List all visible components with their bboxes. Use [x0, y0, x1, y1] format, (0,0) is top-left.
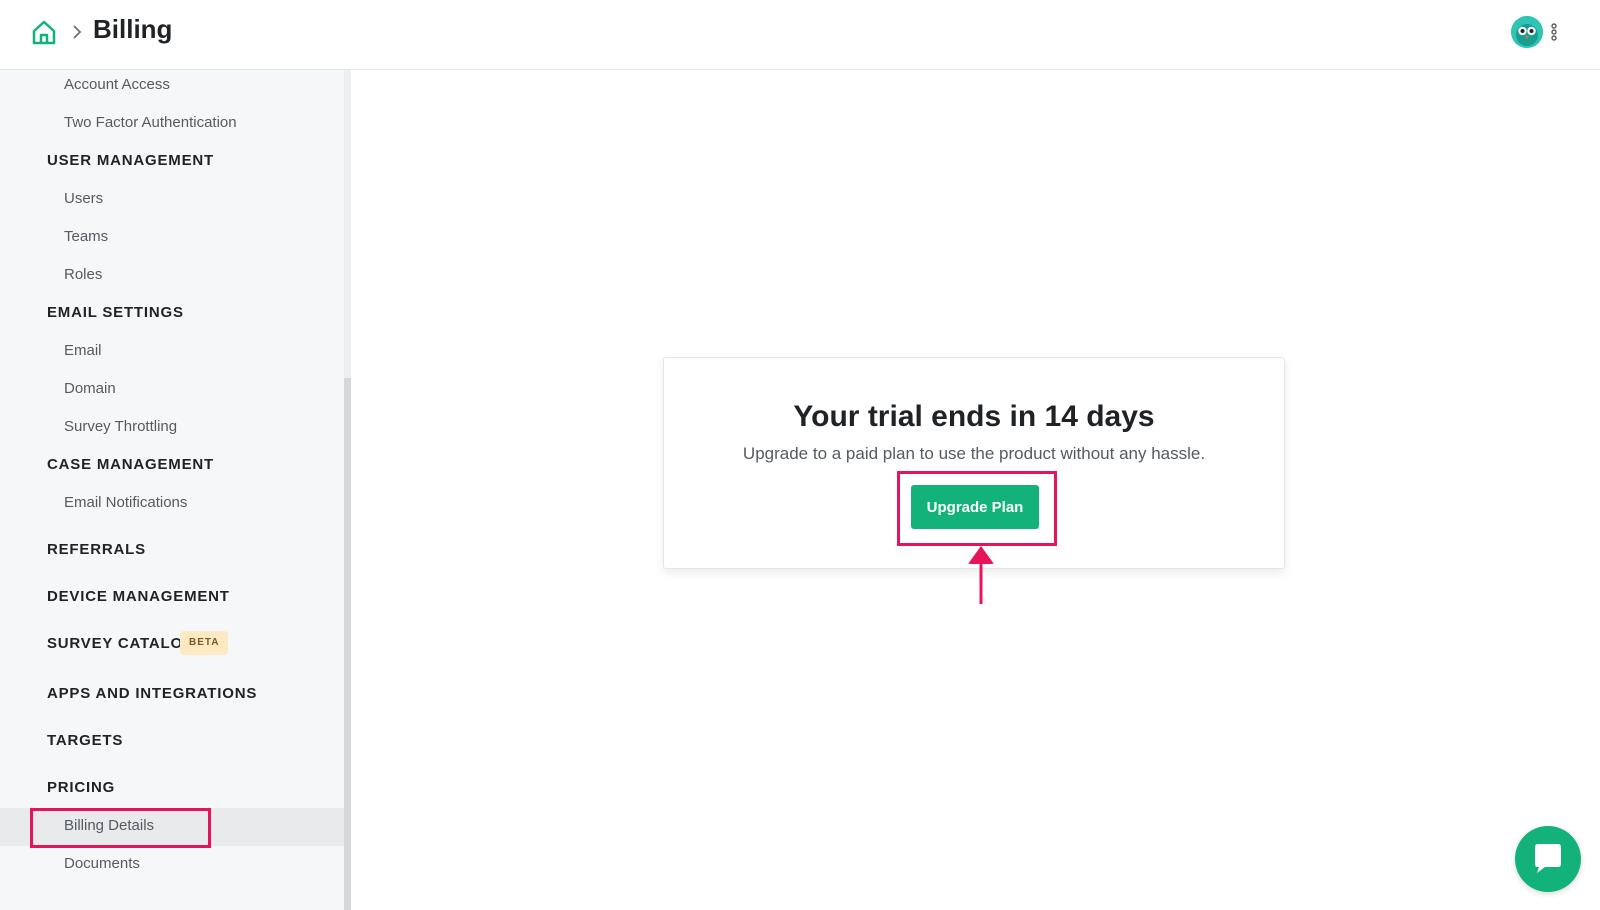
- owl-avatar-icon: [1511, 16, 1543, 48]
- sidebar-section-targets[interactable]: TARGETS: [47, 732, 123, 749]
- sidebar-item-teams[interactable]: Teams: [64, 228, 108, 245]
- chevron-right-icon: [73, 25, 82, 39]
- page-title: Billing: [93, 14, 173, 44]
- sidebar-item-email-notifications[interactable]: Email Notifications: [64, 494, 187, 511]
- sidebar-section-pricing[interactable]: PRICING: [47, 779, 115, 796]
- home-icon[interactable]: [30, 18, 58, 46]
- trial-subtitle: Upgrade to a paid plan to use the produc…: [742, 444, 1206, 463]
- chat-bubble-icon: [1535, 844, 1561, 873]
- sidebar-item-domain[interactable]: Domain: [64, 380, 116, 397]
- sidebar-item-survey-throttling[interactable]: Survey Throttling: [64, 418, 177, 435]
- sidebar-item-two-factor[interactable]: Two Factor Authentication: [64, 114, 237, 131]
- sidebar-section-referrals[interactable]: REFERRALS: [47, 541, 146, 558]
- sidebar-scrollbar-thumb[interactable]: [344, 378, 351, 910]
- sidebar-item-account-access[interactable]: Account Access: [64, 76, 170, 93]
- sidebar-item-users[interactable]: Users: [64, 190, 103, 207]
- top-header: Billing: [0, 0, 1600, 70]
- sidebar-section-case-management[interactable]: CASE MANAGEMENT: [47, 456, 214, 473]
- sidebar-section-apps-integrations[interactable]: APPS AND INTEGRATIONS: [47, 685, 257, 702]
- sidebar-section-device-management[interactable]: DEVICE MANAGEMENT: [47, 588, 230, 605]
- billing-details-highlight: [30, 808, 211, 848]
- sidebar-item-email[interactable]: Email: [64, 342, 102, 359]
- sidebar-item-documents[interactable]: Documents: [64, 855, 140, 872]
- beta-badge: BETA: [180, 631, 229, 655]
- sidebar-section-survey-catalog[interactable]: SURVEY CATALOG: [47, 635, 195, 652]
- sidebar-section-email-settings[interactable]: EMAIL SETTINGS: [47, 304, 184, 321]
- kebab-menu-icon[interactable]: [1548, 22, 1560, 42]
- trial-title: Your trial ends in 14 days: [793, 400, 1155, 433]
- sidebar-item-roles[interactable]: Roles: [64, 266, 102, 283]
- upgrade-button-highlight: [897, 471, 1057, 546]
- arrow-up-icon: [968, 546, 994, 604]
- sidebar-section-user-management[interactable]: USER MANAGEMENT: [47, 152, 214, 169]
- chat-widget-button[interactable]: [1515, 826, 1581, 892]
- user-avatar[interactable]: [1511, 16, 1543, 48]
